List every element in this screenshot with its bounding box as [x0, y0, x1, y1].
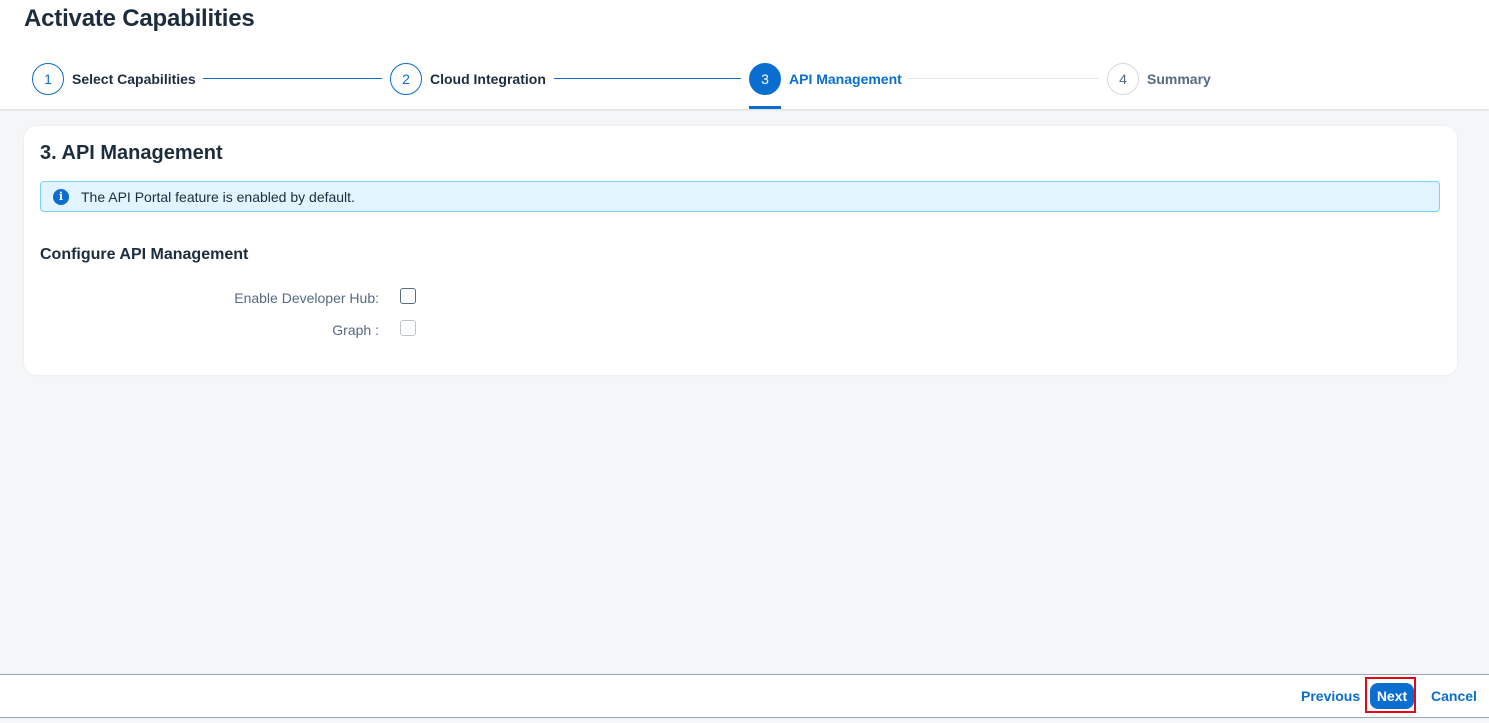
step-connector-3-4: [907, 78, 1099, 79]
step-number: 1: [32, 63, 64, 95]
step-select-capabilities[interactable]: 1 Select Capabilities: [32, 63, 196, 95]
wizard-footer: Previous Next Cancel: [0, 674, 1489, 718]
api-management-card: 3. API Management i The API Portal featu…: [24, 126, 1457, 375]
step-number: 4: [1107, 63, 1139, 95]
wizard-header: Activate Capabilities 1 Select Capabilit…: [0, 0, 1489, 109]
step-cloud-integration[interactable]: 2 Cloud Integration: [390, 63, 546, 95]
step-connector-1-2: [203, 78, 382, 79]
next-button[interactable]: Next: [1370, 683, 1414, 709]
section-title: 3. API Management: [40, 142, 223, 164]
step-label: API Management: [789, 71, 902, 87]
step-connector-2-3: [554, 78, 741, 79]
page-title: Activate Capabilities: [24, 5, 255, 32]
info-message-strip: i The API Portal feature is enabled by d…: [40, 181, 1440, 212]
step-number: 2: [390, 63, 422, 95]
step-api-management[interactable]: 3 API Management: [749, 63, 902, 95]
active-step-indicator: [749, 106, 781, 109]
step-label: Cloud Integration: [430, 71, 546, 87]
info-message-text: The API Portal feature is enabled by def…: [81, 188, 355, 205]
step-summary[interactable]: 4 Summary: [1107, 63, 1211, 95]
graph-checkbox: [400, 320, 416, 336]
enable-developer-hub-label: Enable Developer Hub:: [234, 290, 379, 306]
graph-label: Graph :: [332, 322, 379, 338]
step-label: Select Capabilities: [72, 71, 196, 87]
configure-subtitle: Configure API Management: [40, 246, 249, 263]
step-label: Summary: [1147, 71, 1211, 87]
information-icon: i: [53, 188, 69, 205]
cancel-button[interactable]: Cancel: [1431, 675, 1477, 717]
previous-button[interactable]: Previous: [1301, 675, 1360, 717]
step-number: 3: [749, 63, 781, 95]
enable-developer-hub-checkbox[interactable]: [400, 288, 416, 304]
